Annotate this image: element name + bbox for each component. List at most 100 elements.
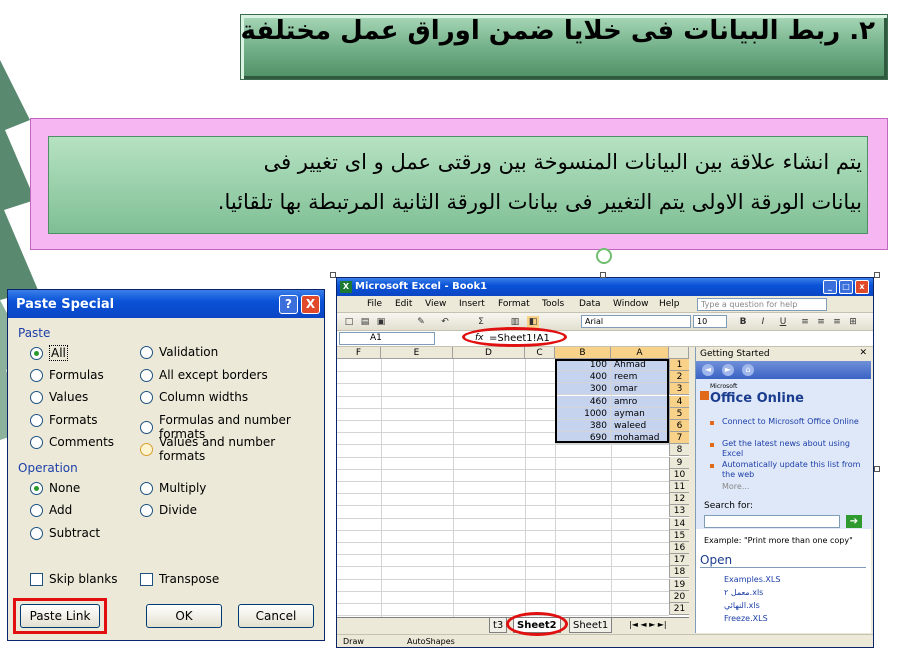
connect-link[interactable]: Connect to Microsoft Office Online	[722, 417, 862, 427]
font-name-box[interactable]: Arial	[581, 315, 691, 328]
row-header[interactable]: 2	[669, 371, 689, 384]
row-header[interactable]: 20	[669, 590, 689, 603]
column-header[interactable]: C	[525, 347, 555, 359]
row-header[interactable]: 10	[669, 468, 689, 481]
operation-multiply-option[interactable]: Multiply	[140, 481, 206, 495]
operation-none-option[interactable]: None	[30, 481, 80, 495]
menu-edit[interactable]: Edit	[395, 299, 412, 309]
corner-header[interactable]	[669, 347, 689, 359]
brush-icon[interactable]: ✎	[415, 316, 427, 328]
paste-validation-option[interactable]: Validation	[140, 345, 218, 359]
maximize-icon[interactable]: □	[839, 280, 853, 294]
help-question-input[interactable]: Type a question for help	[697, 298, 827, 311]
search-go-button[interactable]: ➔	[846, 515, 862, 528]
menu-insert[interactable]: Insert	[459, 299, 485, 309]
drawing-icon[interactable]: ◧	[527, 316, 539, 328]
operation-add-option[interactable]: Add	[30, 503, 72, 517]
paste-values-option[interactable]: Values	[30, 390, 88, 404]
row-header[interactable]: 18	[669, 566, 689, 579]
autoshapes-menu[interactable]: AutoShapes	[407, 637, 455, 646]
row-header[interactable]: 16	[669, 542, 689, 554]
column-header[interactable]: F	[337, 347, 381, 359]
resize-handle[interactable]	[874, 466, 880, 472]
more-link[interactable]: More...	[722, 482, 862, 492]
align-left-icon[interactable]: ≡	[799, 316, 811, 328]
bold-icon[interactable]: B	[737, 316, 749, 328]
help-button[interactable]: ?	[279, 295, 298, 314]
row-header[interactable]: 8	[669, 444, 689, 457]
paste-column-widths-option[interactable]: Column widths	[140, 390, 248, 404]
minimize-icon[interactable]: _	[823, 280, 837, 294]
menu-file[interactable]: File	[367, 299, 382, 309]
row-header[interactable]: 1	[669, 359, 689, 371]
open-file-item[interactable]: Freeze.XLS	[724, 614, 768, 623]
row-header[interactable]: 3	[669, 383, 689, 396]
row-header[interactable]: 5	[669, 407, 689, 420]
open-icon[interactable]: ▤	[359, 316, 371, 328]
sum-icon[interactable]: Σ	[475, 316, 487, 328]
menu-view[interactable]: View	[425, 299, 446, 309]
tab-nav-icons[interactable]: |◄ ◄ ► ►|	[629, 620, 667, 629]
row-header[interactable]: 6	[669, 420, 689, 432]
close-icon[interactable]: x	[855, 280, 869, 294]
row-header[interactable]: 7	[669, 432, 689, 445]
draw-menu[interactable]: Draw	[343, 637, 364, 646]
news-link[interactable]: Get the latest news about using Excel	[722, 439, 862, 459]
open-file-item[interactable]: Examples.XLS	[724, 575, 780, 584]
new-icon[interactable]: □	[343, 316, 355, 328]
row-header[interactable]: 14	[669, 517, 689, 530]
menu-window[interactable]: Window	[613, 299, 649, 309]
italic-icon[interactable]: I	[757, 316, 769, 328]
cancel-button[interactable]: Cancel	[238, 604, 314, 628]
column-header[interactable]: B	[555, 347, 611, 359]
worksheet-grid[interactable]: F E D C B A 1 2 3 4 5 6 7 8 9 10 11 12 13 14 15 16 17 18 1…	[337, 347, 689, 617]
menu-format[interactable]: Format	[498, 299, 530, 309]
name-box[interactable]: A1	[339, 332, 435, 345]
tab-sheet3[interactable]: t3	[489, 618, 508, 633]
operation-subtract-option[interactable]: Subtract	[30, 526, 100, 540]
row-header[interactable]: 9	[669, 456, 689, 469]
back-icon[interactable]: ◄	[702, 364, 714, 376]
rotate-handle-icon[interactable]	[596, 248, 612, 264]
align-right-icon[interactable]: ≡	[831, 316, 843, 328]
resize-handle[interactable]	[330, 272, 336, 278]
menu-data[interactable]: Data	[579, 299, 601, 309]
font-size-box[interactable]: 10	[693, 315, 727, 328]
paste-comments-option[interactable]: Comments	[30, 435, 114, 449]
paste-all-option[interactable]: All	[30, 345, 68, 361]
column-header[interactable]: D	[453, 347, 525, 359]
save-icon[interactable]: ▣	[375, 316, 387, 328]
close-button[interactable]: X	[301, 295, 320, 314]
close-icon[interactable]: ✕	[859, 348, 867, 358]
update-link[interactable]: Automatically update this list from the …	[722, 460, 862, 480]
home-icon[interactable]: ⌂	[742, 364, 754, 376]
row-header[interactable]: 15	[669, 529, 689, 542]
row-header[interactable]: 17	[669, 554, 689, 567]
row-header[interactable]: 19	[669, 578, 689, 591]
skip-blanks-checkbox[interactable]: Skip blanks	[30, 572, 117, 586]
row-header[interactable]: 12	[669, 493, 689, 506]
resize-handle[interactable]	[874, 272, 880, 278]
paste-values-number-formats-option[interactable]: Values and number formats	[140, 435, 324, 463]
underline-icon[interactable]: U	[777, 316, 789, 328]
search-input[interactable]	[704, 515, 840, 528]
open-file-item[interactable]: النهائي.xls	[724, 601, 760, 610]
ok-button[interactable]: OK	[146, 604, 222, 628]
menu-help[interactable]: Help	[659, 299, 680, 309]
forward-icon[interactable]: ►	[722, 364, 734, 376]
align-center-icon[interactable]: ≡	[815, 316, 827, 328]
row-header[interactable]: 4	[669, 395, 689, 408]
open-file-item[interactable]: معمل ٢.xls	[724, 588, 763, 597]
paste-formulas-option[interactable]: Formulas	[30, 368, 104, 382]
row-header[interactable]: 21	[669, 603, 689, 615]
vertical-scrollbar[interactable]	[874, 277, 882, 648]
column-header[interactable]: E	[381, 347, 453, 359]
transpose-checkbox[interactable]: Transpose	[140, 572, 219, 586]
resize-handle[interactable]	[600, 272, 606, 278]
column-header[interactable]: A	[611, 347, 669, 359]
row-header[interactable]: 11	[669, 481, 689, 493]
undo-icon[interactable]: ↶	[439, 316, 451, 328]
paste-all-except-borders-option[interactable]: All except borders	[140, 368, 268, 382]
menu-tools[interactable]: Tools	[542, 299, 564, 309]
operation-divide-option[interactable]: Divide	[140, 503, 197, 517]
